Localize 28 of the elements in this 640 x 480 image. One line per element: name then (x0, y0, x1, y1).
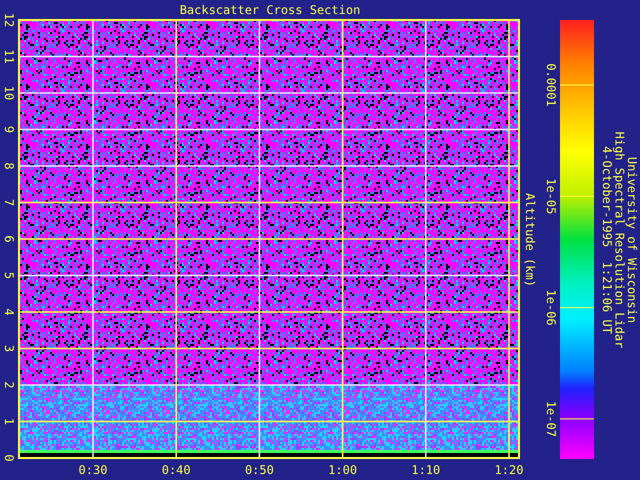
caption-line: University of Wisconsin (625, 156, 639, 324)
colorbar-tick-label: 1e-07 (544, 400, 558, 437)
axis-tick-label: 2 (2, 381, 16, 389)
axis-label: Altitude (km) (523, 193, 537, 287)
axis-tick-label: 5 (2, 272, 16, 280)
axis-tick-label: 6 (2, 235, 16, 243)
axis-tick-label: 8 (2, 162, 16, 170)
axis-tick-label: 3 (2, 344, 16, 352)
axis-tick-label: 0:40 (162, 463, 191, 477)
axis-tick-label: 1:00 (328, 463, 358, 477)
axis-tick-label: 9 (2, 126, 16, 134)
axis-tick-label: 7 (2, 198, 16, 206)
axis-tick-label: 4 (2, 308, 16, 316)
axis-tick-label: 11 (2, 49, 16, 64)
axis-tick-label: 10 (2, 86, 16, 100)
caption-line: 4-October-1995 1:21:06 UT (600, 146, 614, 334)
axis-tick-label: 12 (2, 12, 16, 28)
axis-tick-label: 1 (2, 418, 16, 426)
colorbar-tick-label: 1e-05 (544, 178, 558, 214)
axis-tick-label: 1:10 (411, 463, 440, 477)
axis-tick-label: 0 (2, 454, 16, 462)
colorbar-tick-label: 1e-06 (544, 290, 558, 326)
axis-tick-label: 0:50 (244, 463, 274, 477)
caption-line: High Spectral Resolution Lidar (612, 132, 626, 348)
axis-tick-label: 0:30 (78, 463, 108, 477)
colorbar-tick-label: 0.0001 (544, 63, 558, 107)
axis-tick-label: 1:20 (494, 463, 524, 477)
chart-title: Backscatter Cross Section (180, 3, 360, 17)
